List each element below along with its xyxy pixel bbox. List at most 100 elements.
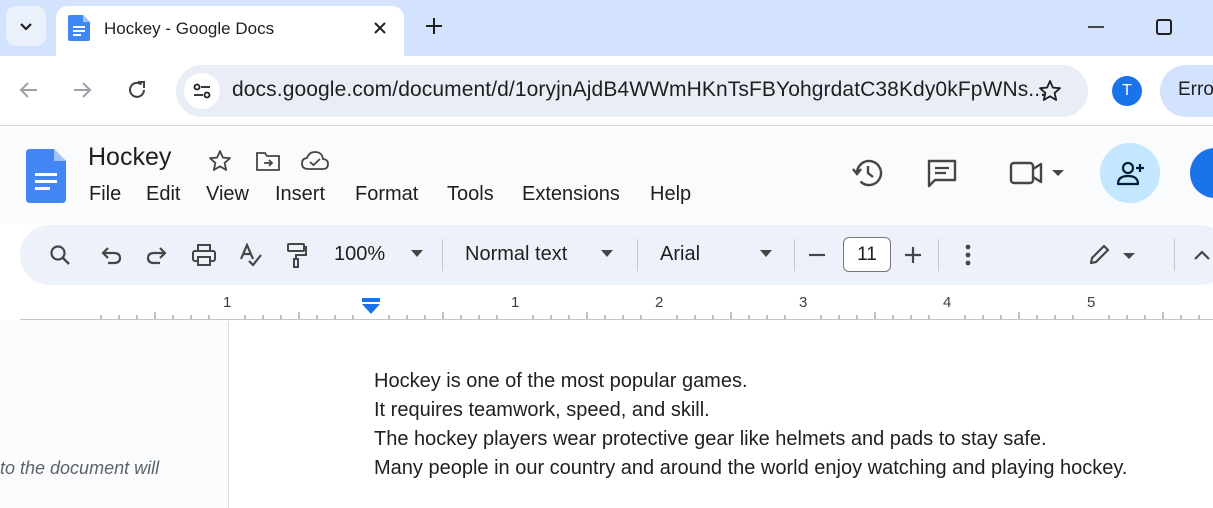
docs-logo-icon[interactable] (26, 149, 66, 203)
menu-edit[interactable]: Edit (146, 183, 180, 206)
chevron-up-icon (1194, 250, 1210, 260)
docs-favicon-icon (68, 15, 90, 41)
more-options-button[interactable] (952, 239, 984, 271)
zoom-select[interactable]: 100% (334, 243, 385, 266)
forward-icon (74, 82, 92, 98)
paint-format-button[interactable] (281, 239, 313, 271)
font-caret-icon (760, 250, 772, 257)
history-icon (852, 159, 883, 187)
spellcheck-icon (239, 243, 262, 267)
toolbar-divider (794, 239, 795, 271)
comment-icon (927, 159, 957, 188)
indent-marker-icon[interactable] (361, 297, 381, 317)
ruler-label: 1 (223, 294, 232, 311)
horizontal-ruler[interactable]: 1 1 2 3 4 5 (20, 290, 1213, 320)
undo-button[interactable] (95, 239, 127, 271)
video-call-icon (1009, 161, 1064, 185)
minus-icon (809, 253, 825, 257)
menu-tools[interactable]: Tools (447, 183, 494, 206)
move-button[interactable] (254, 147, 282, 175)
ruler-ticks (100, 312, 1200, 319)
cloud-saved-icon (301, 151, 329, 170)
menu-help[interactable]: Help (650, 183, 691, 206)
tab-close-button[interactable] (368, 16, 392, 40)
account-avatar[interactable] (1190, 148, 1213, 198)
more-vert-icon (965, 244, 971, 266)
browser-tab-active[interactable]: Hockey - Google Docs (56, 6, 404, 56)
document-paragraph[interactable]: The hockey players wear protective gear … (374, 428, 1047, 451)
tab-title: Hockey - Google Docs (104, 19, 275, 38)
ruler-label: 4 (943, 294, 952, 311)
error-chip-label: Error (1178, 79, 1213, 100)
error-chip[interactable]: Error (1160, 65, 1213, 117)
document-status-button[interactable] (301, 147, 329, 175)
docs-toolbar: 100% Normal text Arial 11 (20, 225, 1213, 285)
pencil-icon (1089, 244, 1135, 265)
back-icon (19, 82, 37, 98)
document-paragraph[interactable]: It requires teamwork, speed, and skill. (374, 399, 710, 422)
comments-button[interactable] (922, 153, 962, 193)
address-bar[interactable]: docs.google.com/document/d/1oryjnAjdB4WW… (176, 65, 1088, 117)
meet-button[interactable] (1002, 153, 1072, 193)
browser-toolbar: docs.google.com/document/d/1oryjnAjdB4WW… (0, 56, 1213, 126)
maximize-icon (1156, 19, 1172, 35)
redo-button[interactable] (141, 239, 173, 271)
site-info-button[interactable] (184, 73, 220, 109)
share-button[interactable] (1100, 143, 1160, 203)
search-icon (50, 245, 70, 265)
document-paragraph[interactable]: Many people in our country and around th… (374, 457, 1127, 480)
menu-insert[interactable]: Insert (275, 183, 325, 206)
star-icon (209, 150, 231, 171)
toolbar-divider (442, 239, 443, 271)
tab-search-icon (20, 23, 32, 31)
increase-font-size-button[interactable] (897, 239, 929, 271)
style-caret-icon (601, 250, 613, 257)
toolbar-divider (1174, 239, 1175, 271)
font-size-input[interactable]: 11 (843, 237, 891, 272)
document-canvas: to the document will Hockey is one of th… (0, 321, 1213, 508)
decrease-font-size-button[interactable] (801, 239, 833, 271)
ruler-label: 1 (511, 294, 520, 311)
plus-icon (426, 18, 442, 34)
browser-profile-avatar[interactable]: T (1112, 76, 1142, 106)
search-menus-button[interactable] (44, 239, 76, 271)
paint-format-icon (287, 243, 307, 268)
ruler-label: 3 (799, 294, 808, 311)
add-person-icon (1116, 161, 1144, 186)
undo-icon (101, 247, 122, 265)
hide-menus-button[interactable] (1186, 239, 1213, 271)
site-info-icon (193, 83, 211, 99)
document-page[interactable]: Hockey is one of the most popular games.… (228, 321, 1213, 508)
side-panel-text: to the document will (0, 458, 160, 478)
menu-format[interactable]: Format (355, 183, 418, 206)
version-history-button[interactable] (848, 153, 888, 193)
tab-search-button[interactable] (6, 6, 46, 46)
minimize-button[interactable] (1076, 10, 1116, 44)
document-paragraph[interactable]: Hockey is one of the most popular games. (374, 370, 748, 393)
plus-icon (905, 247, 921, 263)
new-tab-button[interactable] (418, 10, 450, 42)
editing-mode-button[interactable] (1084, 239, 1140, 271)
forward-button[interactable] (64, 72, 100, 108)
menu-extensions[interactable]: Extensions (522, 183, 620, 206)
browser-tab-strip: Hockey - Google Docs (0, 0, 1213, 56)
star-button[interactable] (206, 147, 234, 175)
menu-view[interactable]: View (206, 183, 249, 206)
bookmark-star-icon (1039, 80, 1061, 101)
ruler-label: 5 (1087, 294, 1096, 311)
reload-button[interactable] (119, 72, 155, 108)
spellcheck-button[interactable] (235, 239, 267, 271)
minimize-icon (1088, 26, 1104, 28)
zoom-caret-icon (411, 250, 423, 257)
font-select[interactable]: Arial (660, 243, 700, 266)
document-title[interactable]: Hockey (88, 143, 171, 172)
print-button[interactable] (188, 239, 220, 271)
toolbar-divider (637, 239, 638, 271)
bookmark-button[interactable] (1036, 77, 1064, 105)
redo-icon (146, 247, 167, 265)
paragraph-style-select[interactable]: Normal text (465, 243, 567, 266)
maximize-button[interactable] (1144, 10, 1184, 44)
menu-file[interactable]: File (89, 183, 121, 206)
back-button[interactable] (11, 72, 47, 108)
url-text[interactable]: docs.google.com/document/d/1oryjnAjdB4WW… (232, 78, 1046, 102)
